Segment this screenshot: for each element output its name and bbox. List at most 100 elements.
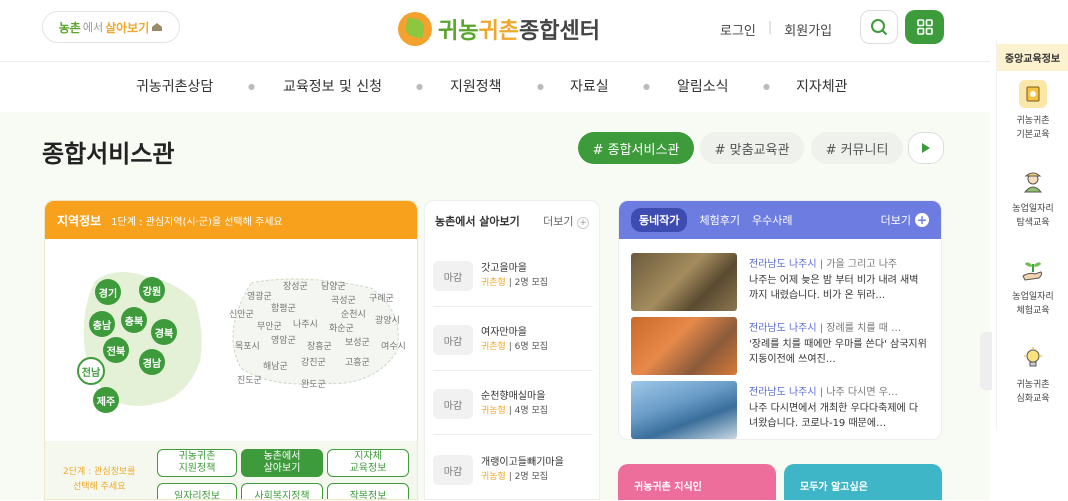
status-badge: 마감 <box>433 325 473 355</box>
village-meta: 귀촌형 | 2명 모집 <box>481 278 549 288</box>
region-gangwon[interactable]: 강원 <box>139 277 165 303</box>
local-writer-panel: 동네작가 체험후기 우수사례 더보기 + 전라남도 나주시 | 가을 그리고 나주… <box>618 200 942 440</box>
site-logo[interactable]: 귀농귀촌종합센터 <box>398 12 600 46</box>
category-jobs-button[interactable]: 일자리정보 <box>157 483 237 499</box>
county-naju[interactable]: 나주시 <box>293 317 318 330</box>
tab-experience-review[interactable]: 체험후기 <box>699 212 739 228</box>
tab-community[interactable]: # 커뮤니티 <box>811 132 903 164</box>
region-jeju[interactable]: 제주 <box>93 387 119 413</box>
banner-label: 모두가 알고싶은 <box>800 482 868 493</box>
category-crops-button[interactable]: 작목정보 <box>327 483 409 499</box>
rural-living-more-link[interactable]: 더보기 + <box>543 213 589 229</box>
county-goheung[interactable]: 고흥군 <box>345 355 370 368</box>
recruit-count: 6명 모집 <box>514 342 549 352</box>
scroll-handle[interactable] <box>980 332 992 390</box>
list-item[interactable]: 마감 순천향매실마을 귀농형 | 4명 모집 <box>433 375 593 435</box>
play-icon <box>922 143 930 153</box>
knowledge-banner[interactable]: 귀농귀촌 지식인 <box>618 464 776 500</box>
nav-item-library[interactable]: 자료실 <box>570 76 609 96</box>
sidebar-item-job-experience[interactable]: 농업일자리 체험교육 <box>997 256 1068 318</box>
region-jeonnam[interactable]: 전남 <box>77 357 105 385</box>
book-icon <box>1019 80 1047 108</box>
region-jeonbuk[interactable]: 전북 <box>103 337 129 363</box>
county-yeonggwang[interactable]: 영광군 <box>247 289 272 302</box>
divider: | <box>767 20 773 35</box>
brand-part: 귀농 <box>438 19 479 44</box>
step2-instruction: 2단계 : 관심정보를 선택해 주세요 <box>63 465 135 495</box>
county-gokseong[interactable]: 곡성군 <box>331 293 356 306</box>
county-sinan[interactable]: 신안군 <box>229 307 254 320</box>
county-gangjin[interactable]: 강진군 <box>301 355 326 368</box>
list-item[interactable]: 전라남도 나주시 | 장례를 치를 때 … '장례를 치를 때에만 우마를 쓴다… <box>631 317 931 377</box>
county-muan[interactable]: 무안군 <box>257 319 282 332</box>
county-yeosu[interactable]: 여수시 <box>381 339 406 352</box>
region-gyeongbuk[interactable]: 경북 <box>151 319 177 345</box>
county-hampyeong[interactable]: 함평군 <box>271 301 296 314</box>
list-item[interactable]: 마감 개랭이고들빼기마을 귀농형 | 2명 모집 <box>433 441 593 501</box>
house-icon <box>152 23 163 31</box>
county-yeongam[interactable]: 영암군 <box>271 333 296 346</box>
news-thumbnail <box>631 317 737 375</box>
region-chungbuk[interactable]: 충북 <box>121 307 147 333</box>
village-meta: 귀촌형 | 6명 모집 <box>481 342 549 352</box>
status-badge: 마감 <box>433 261 473 291</box>
village-type: 귀농형 <box>481 406 506 416</box>
county-jangseong[interactable]: 장성군 <box>283 279 308 292</box>
county-haenam[interactable]: 해남군 <box>263 359 288 372</box>
leaf-logo-icon <box>398 12 432 46</box>
farmer-icon <box>1019 168 1047 196</box>
local-writer-more-link[interactable]: 더보기 + <box>881 212 929 228</box>
county-suncheon[interactable]: 순천시 <box>341 307 366 320</box>
sidebar-item-advanced-education[interactable]: 귀농귀촌심화교육 <box>997 344 1068 406</box>
recruit-count: 2명 모집 <box>514 472 549 482</box>
tab-next-button[interactable] <box>908 132 944 164</box>
tab-custom-education[interactable]: # 맞춤교육관 <box>700 132 804 164</box>
county-damyang[interactable]: 담양군 <box>321 279 346 292</box>
all-menu-button[interactable] <box>905 10 944 44</box>
search-button[interactable] <box>860 10 898 44</box>
login-link[interactable]: 로그인 <box>720 20 756 39</box>
sidebar-item-basic-education[interactable]: 귀농귀촌 기본교육 <box>997 80 1068 142</box>
region-step1-instruction: 1단계 : 관심지역(시·군)을 선택해 주세요 <box>111 216 283 228</box>
faq-banner[interactable]: 모두가 알고싶은 <box>784 464 942 500</box>
tab-local-writer[interactable]: 동네작가 <box>631 208 688 232</box>
news-region: 전라남도 나주시 <box>749 387 817 398</box>
region-gyeongnam[interactable]: 경남 <box>139 349 165 375</box>
tab-integrated-service[interactable]: # 종합서비스관 <box>578 132 694 164</box>
region-chungnam[interactable]: 충남 <box>89 311 115 337</box>
nav-item-consulting[interactable]: 귀농귀촌상담 <box>136 76 213 96</box>
category-rural-living-button[interactable]: 농촌에서 살아보기 <box>241 449 323 477</box>
nav-item-news[interactable]: 알림소식 <box>677 76 729 96</box>
county-jindo[interactable]: 진도군 <box>237 373 262 386</box>
category-welfare-button[interactable]: 사회복지정책 <box>241 483 323 499</box>
county-wando[interactable]: 완도군 <box>301 377 326 390</box>
list-item[interactable]: 전라남도 나주시 | 가을 그리고 나주 나주는 어제 늦은 밤 부터 비가 내… <box>631 253 931 313</box>
nav-separator: ● <box>416 82 423 91</box>
list-item[interactable]: 전라남도 나주시 | 나주 다시면 우… 나주 다시면에서 개최한 우다다축제에… <box>631 381 931 439</box>
region-gyeonggi[interactable]: 경기 <box>95 279 121 305</box>
sidebar-item-job-exploration[interactable]: 농업일자리 탐색교육 <box>997 168 1068 230</box>
county-hwasun[interactable]: 화순군 <box>329 321 354 334</box>
category-local-education-button[interactable]: 지자체 교육정보 <box>327 449 409 477</box>
rural-living-header: 농촌에서 살아보기 더보기 + <box>425 201 599 241</box>
nav-item-education[interactable]: 교육정보 및 신청 <box>283 76 382 96</box>
news-location: 전라남도 나주시 | 나주 다시면 우… <box>749 383 925 398</box>
sidebar-item-label: 심화교육 <box>1016 394 1050 404</box>
list-item[interactable]: 마감 여자만마을 귀촌형 | 6명 모집 <box>433 311 593 371</box>
county-gwangyang[interactable]: 광양시 <box>375 313 400 326</box>
category-support-policy-button[interactable]: 귀농귀촌 지원정책 <box>157 449 237 477</box>
county-gurye[interactable]: 구례군 <box>369 291 394 304</box>
nav-item-policy[interactable]: 지원정책 <box>450 76 502 96</box>
county-mokpo[interactable]: 목포시 <box>235 339 260 352</box>
signup-link[interactable]: 회원가입 <box>784 20 832 39</box>
county-boseong[interactable]: 보성군 <box>345 335 370 348</box>
rural-living-logo-link[interactable]: 농촌 에서 살아보기 <box>42 11 180 43</box>
sidebar-item-label: 귀농귀촌 <box>1016 380 1050 390</box>
grid-menu-icon <box>916 19 933 35</box>
site-header: 농촌 에서 살아보기 귀농귀촌종합센터 로그인 | 회원가입 <box>0 0 990 62</box>
tab-best-case[interactable]: 우수사례 <box>752 212 792 228</box>
news-subject: 장례를 치를 때 … <box>826 323 902 334</box>
list-item[interactable]: 마감 갓고을마을 귀촌형 | 2명 모집 <box>433 247 593 307</box>
county-jangheung[interactable]: 장흥군 <box>307 339 332 352</box>
nav-item-local-gov[interactable]: 지자체관 <box>796 76 848 96</box>
